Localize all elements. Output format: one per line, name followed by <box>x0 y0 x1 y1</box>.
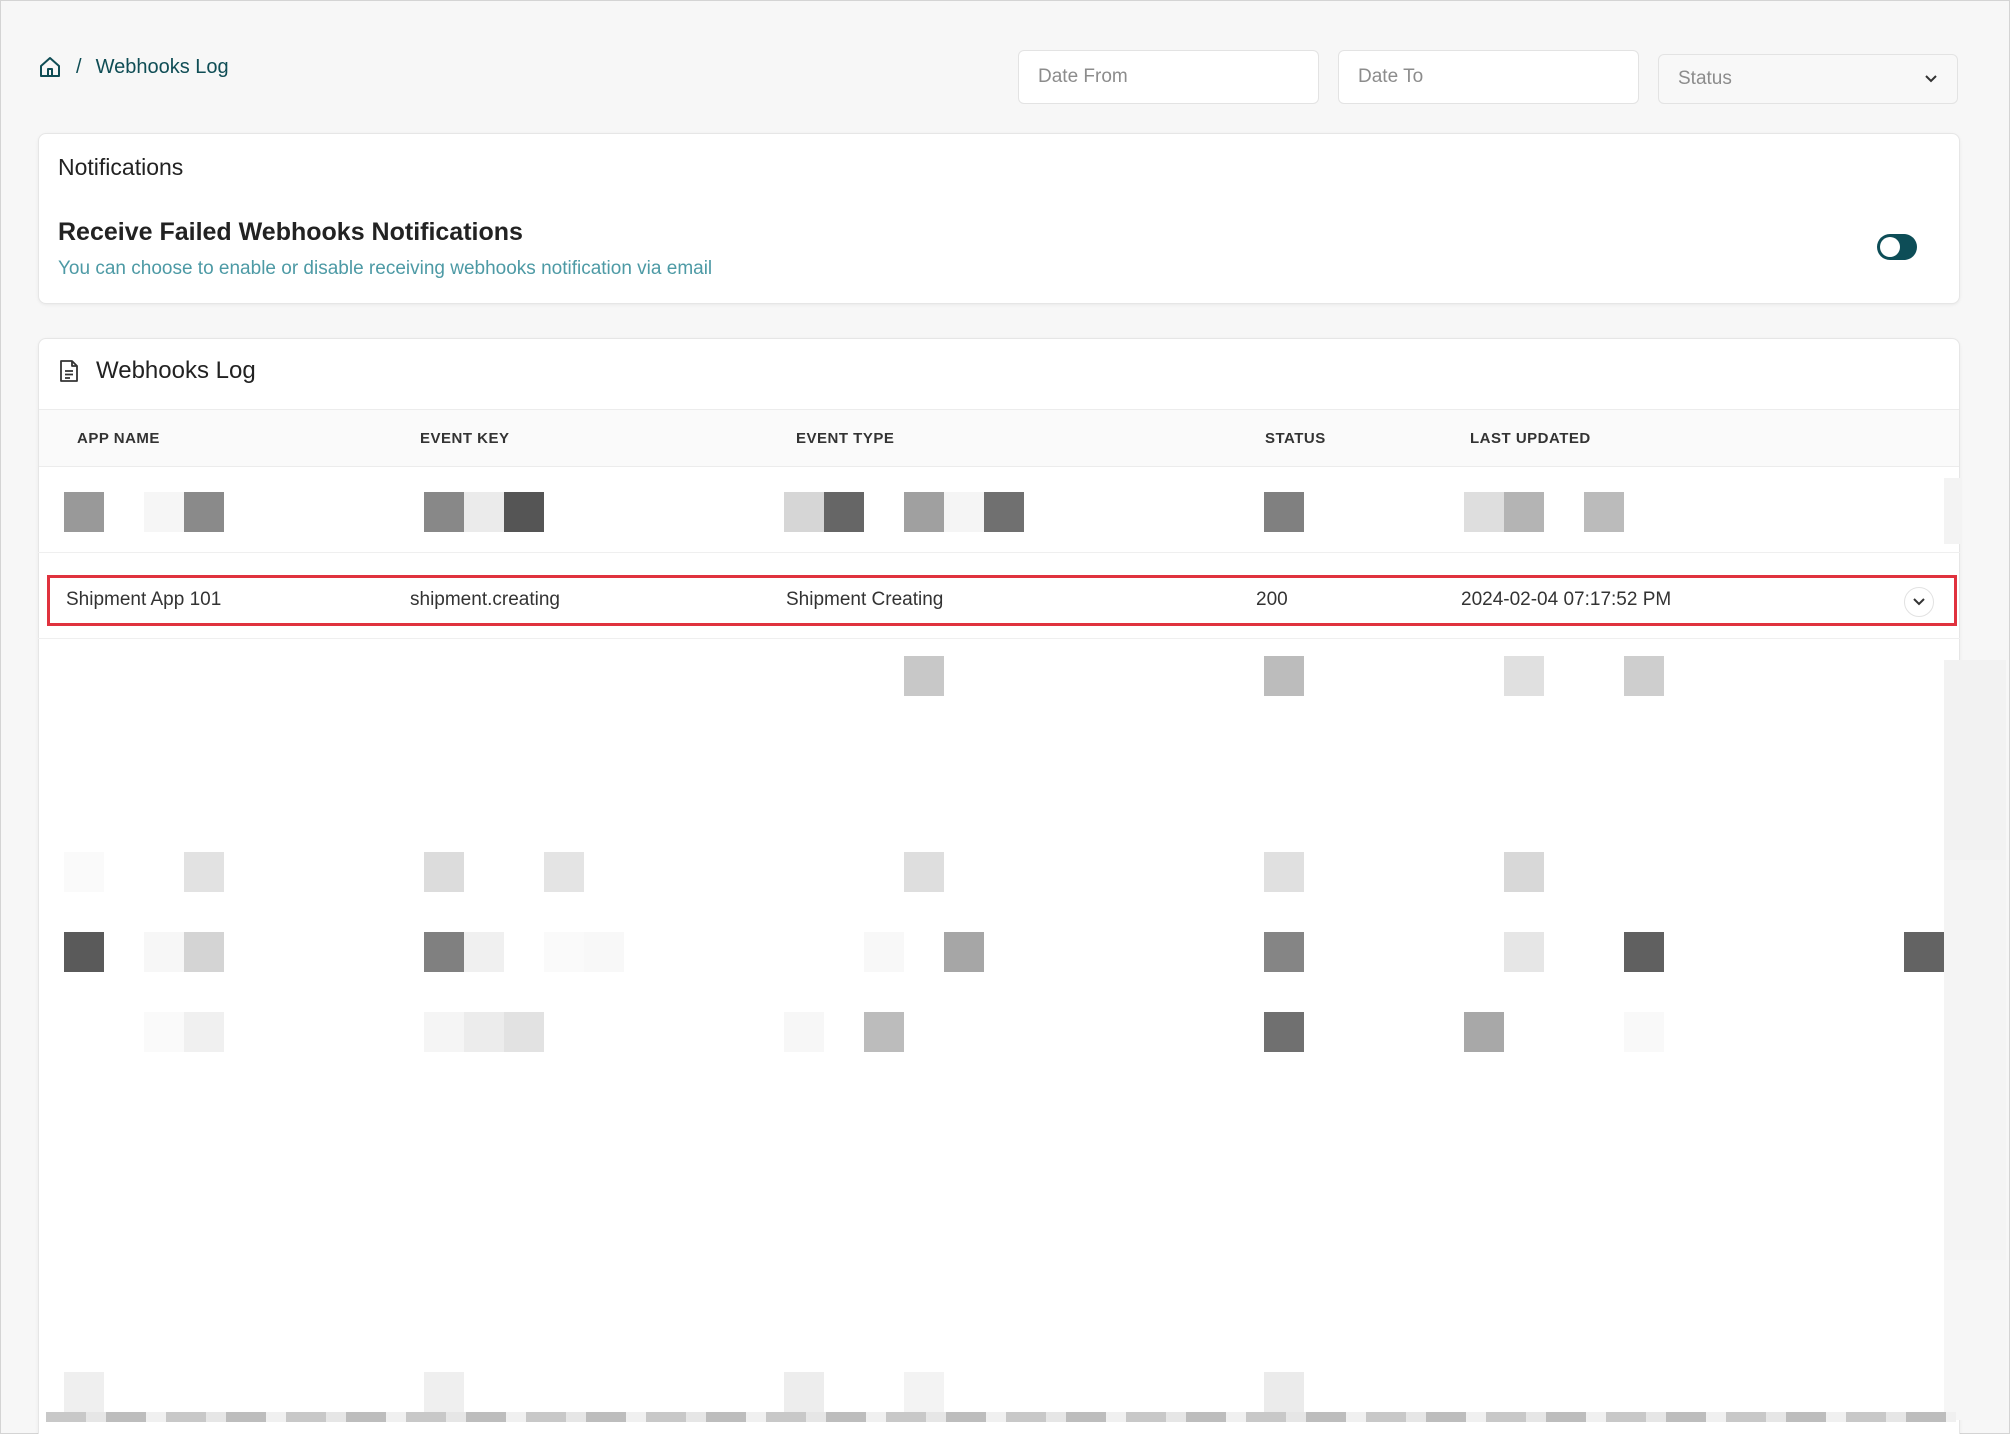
date-from-input[interactable] <box>1018 50 1319 104</box>
date-to-input[interactable] <box>1338 50 1639 104</box>
expand-row-button[interactable] <box>1904 587 1934 617</box>
chevron-down-icon <box>1925 75 1937 83</box>
failed-webhooks-heading: Receive Failed Webhooks Notifications <box>58 218 523 246</box>
cell-event-key: shipment.creating <box>410 589 560 610</box>
column-header-status[interactable]: STATUS <box>1265 430 1326 447</box>
column-header-app-name[interactable]: APP NAME <box>77 430 160 447</box>
webhooks-log-header: Webhooks Log <box>58 357 256 385</box>
chevron-down-icon <box>1913 598 1925 606</box>
cell-event-type: Shipment Creating <box>786 589 944 610</box>
cell-last-updated: 2024-02-04 07:17:52 PM <box>1461 589 1672 610</box>
column-header-event-key[interactable]: EVENT KEY <box>420 430 510 447</box>
cell-status: 200 <box>1256 589 1288 610</box>
document-icon <box>60 360 78 382</box>
breadcrumb-current[interactable]: Webhooks Log <box>96 56 229 79</box>
status-select-label: Status <box>1678 68 1732 89</box>
table-row[interactable]: Shipment App 101 shipment.creating Shipm… <box>47 575 1957 626</box>
breadcrumb: / Webhooks Log <box>38 52 229 82</box>
notifications-card: Notifications Receive Failed Webhooks No… <box>38 133 1960 304</box>
toggle-knob <box>1880 237 1900 257</box>
cell-app-name: Shipment App 101 <box>66 589 222 610</box>
notifications-title: Notifications <box>58 154 184 180</box>
column-header-event-type[interactable]: EVENT TYPE <box>796 430 894 447</box>
column-header-last-updated[interactable]: LAST UPDATED <box>1470 430 1591 447</box>
failed-webhooks-description: You can choose to enable or disable rece… <box>58 258 713 279</box>
status-select[interactable]: Status <box>1658 54 1958 104</box>
row-divider <box>38 552 1960 553</box>
failed-webhooks-toggle[interactable] <box>1877 234 1917 260</box>
home-icon[interactable] <box>38 55 62 79</box>
table-header: APP NAME EVENT KEY EVENT TYPE STATUS LAS… <box>39 409 1959 467</box>
row-divider <box>38 638 1960 639</box>
breadcrumb-separator: / <box>76 55 82 78</box>
webhooks-log-title: Webhooks Log <box>96 357 256 384</box>
